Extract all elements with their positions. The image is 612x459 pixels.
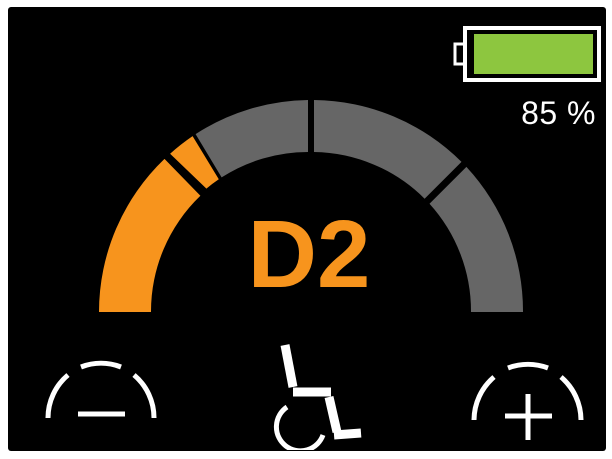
- gauge-segment-4: [429, 166, 524, 312]
- increase-speed-button[interactable]: [464, 350, 594, 445]
- wheelchair-icon: [273, 344, 362, 450]
- decrease-speed-button[interactable]: [41, 350, 161, 440]
- wheelchair-display: 85 % D2: [8, 7, 606, 451]
- plus-in-arc-icon: [471, 361, 584, 440]
- drive-profile-label: D2: [247, 201, 371, 308]
- gauge-segment-1-active: [99, 158, 201, 312]
- drive-mode-button[interactable]: [263, 335, 373, 450]
- gauge-segment-2-inactive: [195, 100, 308, 178]
- gauge-segment-3: [314, 100, 462, 199]
- minus-in-arc-icon: [45, 360, 157, 419]
